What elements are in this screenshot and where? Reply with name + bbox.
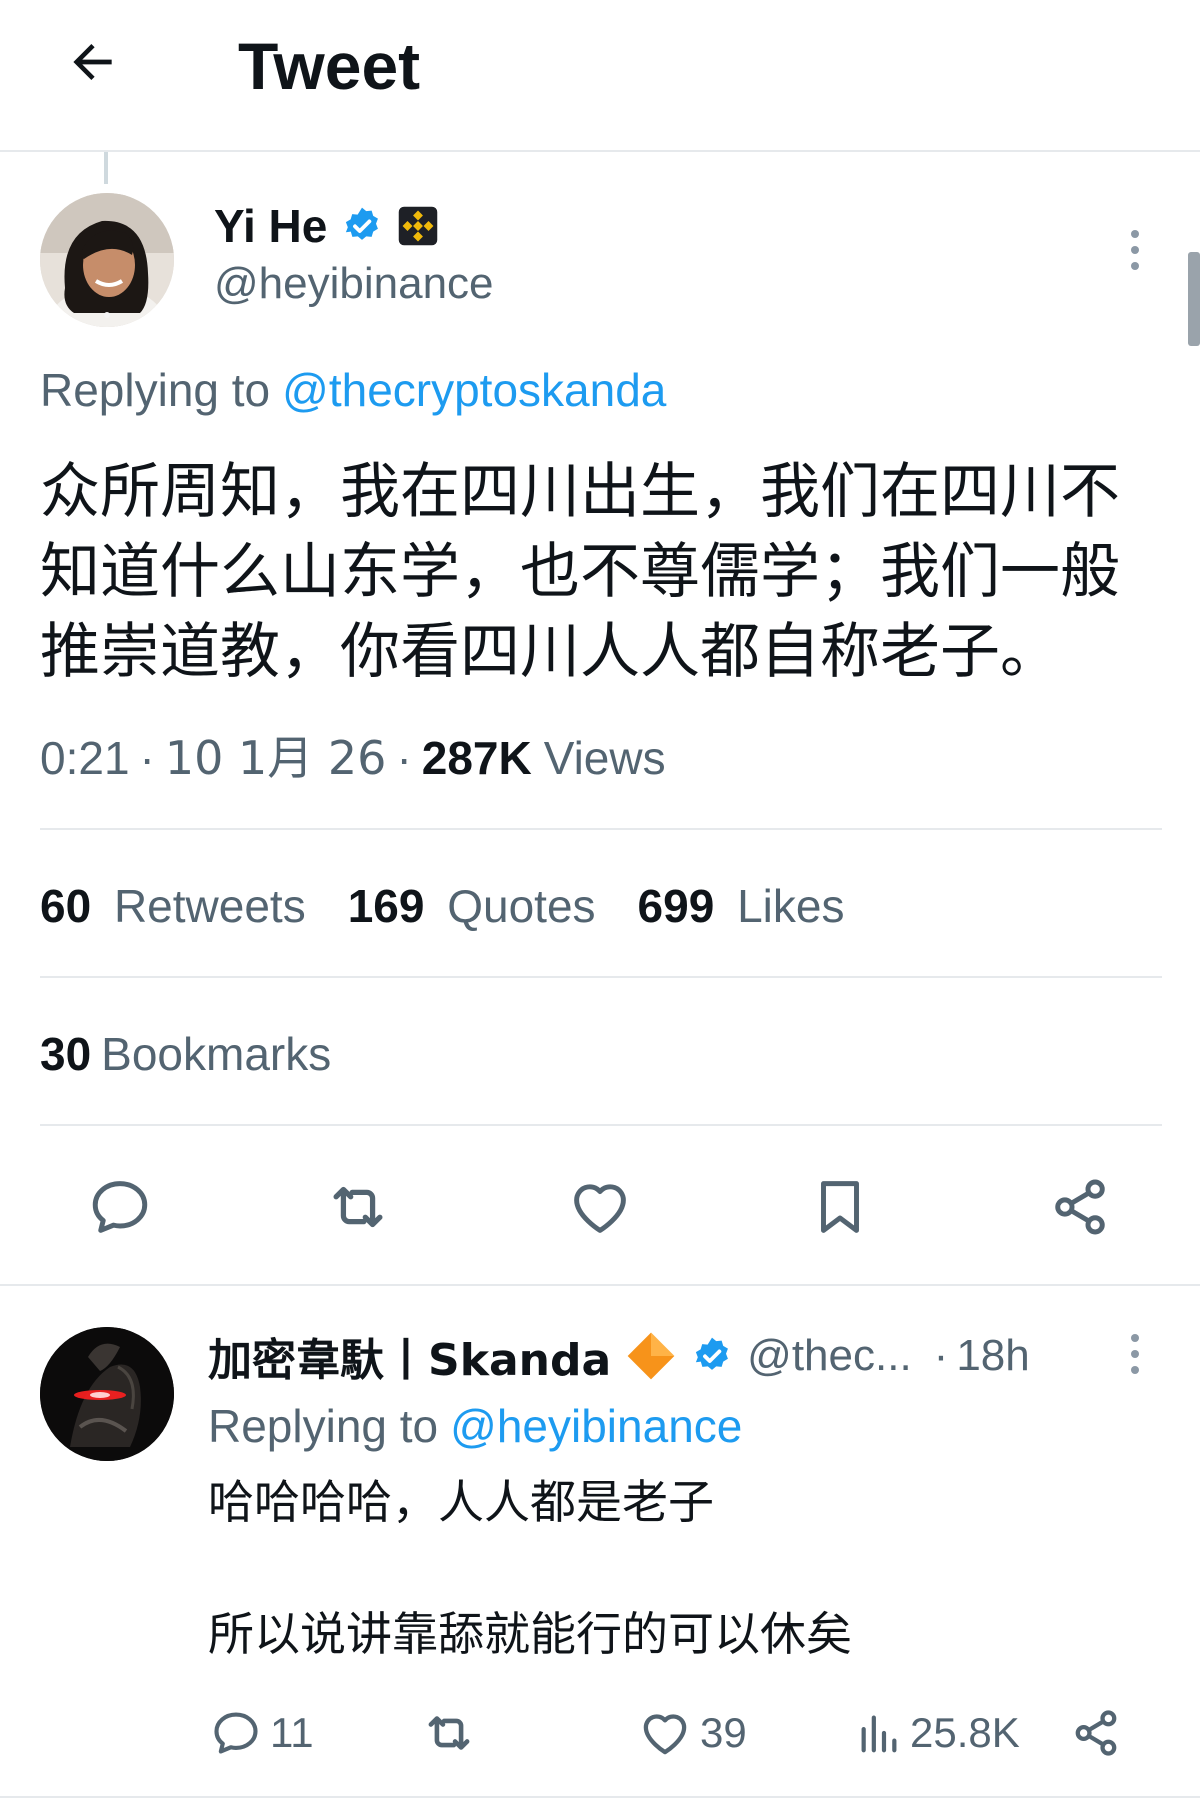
bookmark-icon xyxy=(821,1181,859,1233)
reply-author-avatar[interactable] xyxy=(40,1327,174,1461)
share-button[interactable] xyxy=(1040,1172,1120,1242)
replying-prefix: Replying to xyxy=(208,1400,439,1452)
likes-stat[interactable]: 699 Likes xyxy=(638,878,845,934)
retweets-label: Retweets xyxy=(113,880,306,932)
bookmarks-divider xyxy=(40,1124,1162,1126)
bookmarks-stat[interactable]: 30 Bookmarks xyxy=(40,1026,331,1082)
reply-count: 11 xyxy=(270,1709,314,1756)
reply-bottom-divider xyxy=(0,1796,1200,1798)
reply-share-button[interactable] xyxy=(1066,1704,1126,1762)
retweet-icon xyxy=(428,1716,470,1750)
tweet-date[interactable]: 10 1月 26 xyxy=(165,730,387,786)
binance-affiliate-icon xyxy=(399,206,438,246)
back-arrow-icon xyxy=(73,44,112,80)
meta-separator: · xyxy=(396,732,412,784)
reply-text-line: 哈哈哈哈，人人都是老子 xyxy=(208,1475,714,1529)
tweet-meta: 0:21 · 10 1月 26 · 287K Views xyxy=(40,730,666,786)
views-chart-icon xyxy=(861,1715,897,1753)
tweet-text: 众所周知，我在四川出生，我们在四川不 知道什么山东学，也不尊儒学；我们一般 推崇… xyxy=(40,452,1170,692)
quotes-label: Quotes xyxy=(447,880,596,932)
views-count: 287K xyxy=(421,732,532,784)
tweet-text-line: 众所周知，我在四川出生，我们在四川不 xyxy=(40,457,1120,527)
like-icon xyxy=(574,1184,626,1233)
actions-divider xyxy=(0,1284,1200,1286)
retweet-icon xyxy=(333,1186,383,1228)
author-handle[interactable]: @heyibinance xyxy=(214,258,494,310)
bookmark-button[interactable] xyxy=(800,1172,880,1242)
reply-author-handle[interactable]: @thec... xyxy=(747,1331,912,1381)
scrollbar-thumb[interactable] xyxy=(1188,252,1200,346)
share-icon xyxy=(1075,1710,1117,1756)
author-avatar[interactable] xyxy=(40,193,174,327)
more-vertical-icon xyxy=(1131,230,1139,270)
tweet-text-line: 推崇道教，你看四川人人都自称老子。 xyxy=(40,617,1060,687)
meta-separator: · xyxy=(139,732,155,784)
views-label: Views xyxy=(543,732,666,784)
author-avatar-image xyxy=(40,193,174,327)
meta-divider xyxy=(40,828,1162,830)
like-count: 39 xyxy=(700,1709,747,1756)
retweet-button[interactable] xyxy=(318,1172,398,1242)
reply-separator: · xyxy=(933,1331,949,1380)
reply-replying-to: Replying to @heyibinance xyxy=(208,1398,742,1454)
tweet-replying-to: Replying to @thecryptoskanda xyxy=(40,362,666,418)
author-name-row: Yi He xyxy=(214,198,439,254)
quotes-stat[interactable]: 169 Quotes xyxy=(348,878,596,934)
reply-button[interactable] xyxy=(80,1172,160,1242)
reply-more-options-button[interactable] xyxy=(1110,1326,1160,1382)
retweets-count: 60 xyxy=(40,880,92,932)
verified-badge-icon xyxy=(346,207,379,240)
likes-count: 699 xyxy=(637,880,715,932)
reply-like-button[interactable]: 39 xyxy=(638,1704,747,1762)
back-button[interactable] xyxy=(50,22,136,102)
author-name[interactable]: Yi He xyxy=(214,199,327,253)
more-options-button[interactable] xyxy=(1110,220,1160,280)
replying-prefix: Replying to xyxy=(40,364,271,416)
more-vertical-icon xyxy=(1131,1334,1139,1374)
replying-to-link[interactable]: @heyibinance xyxy=(450,1398,742,1454)
bookmarks-label: Bookmarks xyxy=(101,1028,332,1080)
like-button[interactable] xyxy=(560,1172,640,1242)
share-icon xyxy=(1055,1179,1105,1235)
reply-views-count: 25.8K xyxy=(910,1709,1020,1756)
reply-retweet-button[interactable] xyxy=(420,1704,478,1762)
reply-reply-button[interactable]: 11 xyxy=(210,1704,314,1762)
replying-to-link[interactable]: @thecryptoskanda xyxy=(282,362,666,418)
reply-avatar-image xyxy=(40,1327,174,1461)
reply-header: 加密韋馱丨Skanda @thec... · 18h xyxy=(208,1326,1030,1386)
header-divider xyxy=(0,150,1200,152)
reply-icon xyxy=(214,1712,258,1754)
reply-author-name[interactable]: 加密韋馱丨Skanda xyxy=(208,1324,611,1388)
reply-views-button[interactable]: 25.8K xyxy=(856,1704,1020,1762)
diamond-icon xyxy=(627,1332,675,1380)
stats-divider xyxy=(40,976,1162,978)
likes-label: Likes xyxy=(737,880,845,932)
reply-text-line: 所以说讲靠舔就能行的可以休矣 xyxy=(208,1607,852,1661)
like-icon xyxy=(643,1714,687,1755)
bookmarks-count: 30 xyxy=(40,1028,92,1080)
tweet-time[interactable]: 0:21 xyxy=(40,730,130,786)
retweets-stat[interactable]: 60 Retweets xyxy=(40,878,306,934)
page-title: Tweet xyxy=(238,29,421,103)
tweet-stats: 60 Retweets 169 Quotes 699 Likes xyxy=(40,878,844,934)
thread-line xyxy=(104,152,108,184)
tweet-text-line: 知道什么山东学，也不尊儒学；我们一般 xyxy=(40,537,1120,607)
reply-icon xyxy=(92,1181,148,1233)
reply-time[interactable]: 18h xyxy=(956,1331,1029,1381)
quotes-count: 169 xyxy=(347,880,425,932)
verified-badge-icon xyxy=(696,1337,729,1370)
